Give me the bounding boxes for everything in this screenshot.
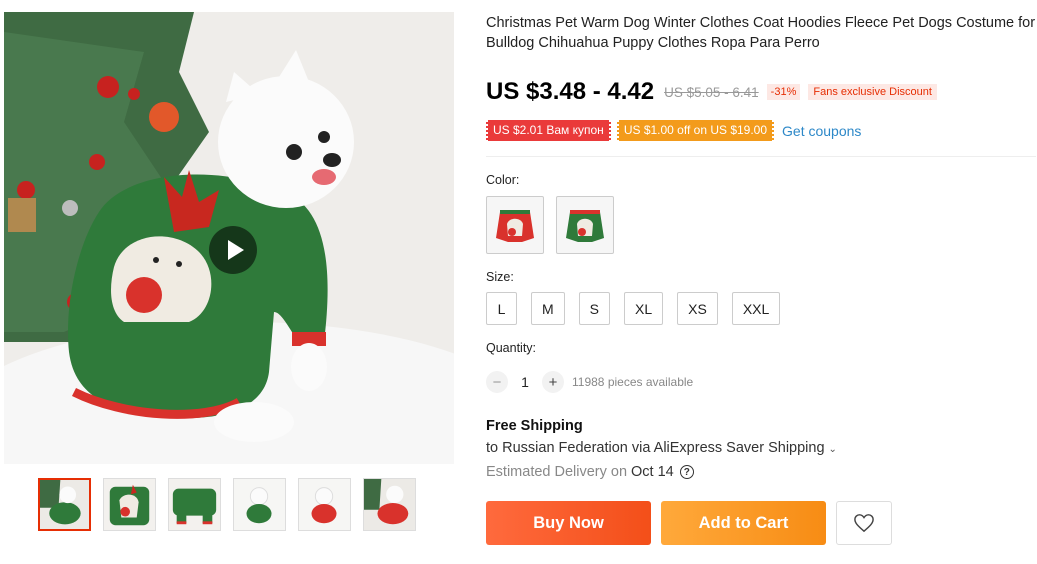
main-product-image[interactable] [4,12,454,464]
red-reindeer-sweater-icon [496,210,534,242]
thumbnail-sweater-closeup-image [104,479,155,530]
size-option-l[interactable]: L [486,292,517,325]
coupon-ruble[interactable]: US $2.01 Вам купон [486,120,611,141]
thumbnail-sweater-back-image [169,479,220,530]
quantity-decrease-button[interactable]: − [486,371,508,393]
original-price: US $5.05 - 6.41 [664,84,759,100]
help-icon[interactable]: ? [679,465,694,479]
play-icon [227,240,244,260]
thumbnail-5[interactable] [298,478,351,531]
quantity-increase-button[interactable]: + [542,371,564,393]
color-options [486,196,614,254]
thumbnail-2[interactable] [103,478,156,531]
fans-discount-badge: Fans exclusive Discount [808,84,937,100]
size-option-xs[interactable]: XS [677,292,718,325]
get-coupons-link[interactable]: Get coupons [782,123,861,139]
color-label: Color: [486,173,520,187]
delivery-date: Oct 14 [631,464,674,480]
size-option-xl[interactable]: XL [624,292,664,325]
quantity-value[interactable]: 1 [508,374,542,390]
size-options: L M S XL XS XXL [486,292,781,325]
thumbnail-strip [38,478,416,531]
thumbnail-red-christmas-image [364,479,415,530]
quantity-stepper: − 1 + 11988 pieces available [486,371,693,393]
thumbnail-green-sweater-image [40,480,89,529]
current-price: US $3.48 - 4.42 [486,78,655,105]
wishlist-button[interactable] [836,501,892,545]
quantity-label: Quantity: [486,341,537,355]
heart-icon [854,514,874,533]
discount-badge: -31% [766,84,801,100]
green-reindeer-sweater-icon [566,210,604,242]
thumbnail-6[interactable] [363,478,416,531]
coupon-store[interactable]: US $1.00 off on US $19.00 [616,120,775,141]
thumbnail-1[interactable] [38,478,91,531]
size-option-s[interactable]: S [578,292,611,325]
coupon-row: US $2.01 Вам купон US $1.00 off on US $1… [486,120,861,141]
shipping-destination-selector[interactable]: to Russian Federation via AliExpress Sav… [486,440,837,456]
color-option-red[interactable] [486,196,544,254]
estimated-delivery-label: Estimated Delivery on [486,464,628,480]
add-to-cart-button[interactable]: Add to Cart [661,501,826,545]
thumbnail-4[interactable] [233,478,286,531]
shipping-title: Free Shipping [486,418,583,434]
product-title: Christmas Pet Warm Dog Winter Clothes Co… [486,15,1036,51]
divider [486,156,1036,157]
buy-now-button[interactable]: Buy Now [486,501,651,545]
color-option-green[interactable] [556,196,614,254]
thumbnail-3[interactable] [168,478,221,531]
play-video-button[interactable] [209,226,257,274]
thumbnail-dog-red-image [299,479,350,530]
chevron-down-icon: ⌄ [828,444,837,455]
thumbnail-dog-green-image [234,479,285,530]
stock-available: 11988 pieces available [572,375,694,389]
price-row: US $3.48 - 4.42 US $5.05 - 6.41 -31% Fan… [486,78,937,106]
action-buttons: Buy Now Add to Cart [486,501,892,545]
estimated-delivery: Estimated Delivery on Oct 14 ? [486,464,694,480]
size-option-xxl[interactable]: XXL [731,292,781,325]
size-label: Size: [486,270,514,284]
size-option-m[interactable]: M [531,292,565,325]
shipping-destination-text: to Russian Federation via AliExpress Sav… [486,440,825,456]
